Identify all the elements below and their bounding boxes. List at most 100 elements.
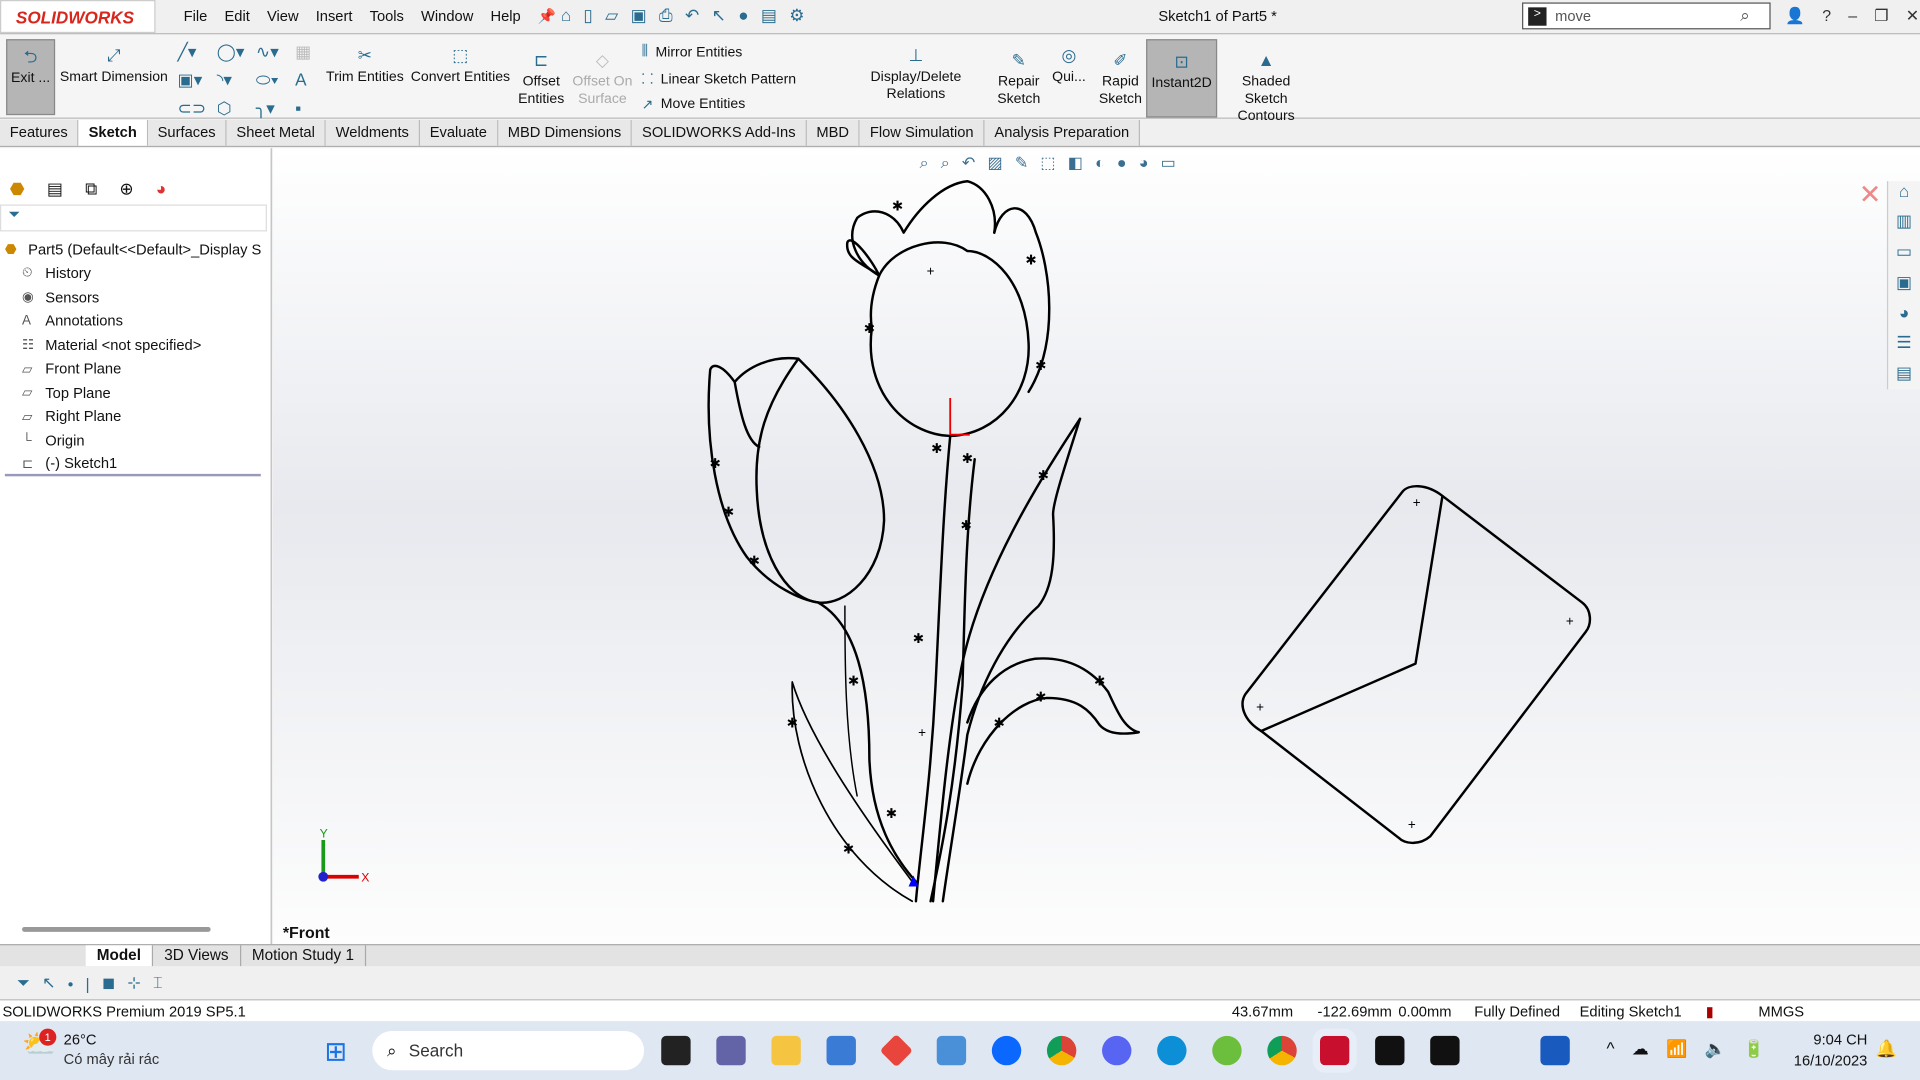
svg-text:+: + (1256, 699, 1264, 714)
point-filter-icon[interactable]: ⊹ (127, 973, 140, 993)
taskbar-search[interactable]: ⌕ Search (372, 1031, 645, 1071)
svg-text:+: + (927, 264, 935, 279)
svg-text:✱: ✱ (1038, 468, 1049, 483)
zalo-icon[interactable] (991, 1035, 1022, 1066)
task-pane-tabs: ⌂ ▥ ▭ ▣ ◕ ☰ ▤ (1886, 181, 1920, 390)
coord-x: 43.67mm (1231, 1002, 1294, 1021)
weather-text: Có mây rải rác (63, 1050, 160, 1068)
solidworks-window: SOLIDWORKS File Edit View Insert Tools W… (0, 0, 1920, 1080)
svg-text:✱: ✱ (1035, 358, 1046, 373)
forum-icon[interactable]: ▤ (1896, 362, 1912, 383)
tab-motion-study[interactable]: Motion Study 1 (241, 945, 367, 967)
bottom-tabs: Model 3D Views Motion Study 1 (0, 944, 1920, 967)
svg-text:✱: ✱ (960, 518, 971, 533)
workbench-icon[interactable] (1375, 1035, 1405, 1066)
axis-x-label: X (361, 871, 369, 885)
chevron-up-icon[interactable]: ^ (1607, 1038, 1615, 1059)
triad-icon: Y X (318, 828, 369, 885)
system-tray: ^ ☁ 📶 🔈 🔋 (1607, 1038, 1765, 1059)
edge-filter-icon[interactable]: | (86, 974, 90, 992)
axis-y-label: Y (320, 828, 328, 841)
tulip-petal-back (846, 239, 881, 277)
home-icon[interactable]: ⌂ (1899, 181, 1909, 201)
svg-text:✱: ✱ (749, 554, 760, 569)
svg-text:✱: ✱ (787, 715, 798, 730)
edge-icon[interactable] (1157, 1035, 1187, 1066)
filter-icon[interactable]: ⏷ (17, 973, 30, 993)
weather-temp: 26°C (63, 1031, 97, 1049)
leaf-left (791, 681, 914, 903)
cancel-sketch-icon[interactable]: ✕ (1859, 179, 1882, 211)
svg-text:✱: ✱ (843, 841, 854, 856)
origin-marker (949, 397, 970, 436)
units-selector[interactable]: MMGS (1758, 1003, 1804, 1020)
chrome-profile-icon[interactable] (1267, 1035, 1297, 1066)
volume-icon[interactable]: 🔈 (1705, 1038, 1726, 1059)
svg-text:✱: ✱ (709, 456, 720, 471)
coccoc-icon[interactable] (1212, 1035, 1242, 1066)
svg-text:✱: ✱ (1035, 690, 1046, 705)
store-icon[interactable] (826, 1035, 856, 1066)
word-icon[interactable] (1540, 1035, 1570, 1066)
sketch-state: Fully Defined (1474, 1002, 1561, 1021)
file-explorer-icon[interactable] (771, 1035, 801, 1066)
svg-text:✱: ✱ (1094, 674, 1105, 689)
sketch-canvas: + + + + + + ✱ ✱ ✱ ✱ ✱ ✱ ✱ ✱ ✱ ✱ ✱ ✱ ✱ ✱ ✱ ✱ ✱ ✱ ✱ (707, 180, 1592, 903)
wifi-icon[interactable]: 📶 (1666, 1038, 1687, 1059)
view-palette-icon[interactable]: ▣ (1896, 272, 1912, 293)
svg-text:+: + (1413, 495, 1421, 510)
task-view-icon[interactable] (661, 1035, 691, 1066)
status-bar: SOLIDWORKS Premium 2019 SP5.1 43.67mm -1… (0, 999, 1920, 1022)
svg-text:+: + (1408, 817, 1416, 832)
notification-bell-icon[interactable]: 🔔 (1876, 1038, 1897, 1059)
view-orientation-label: *Front (282, 923, 330, 942)
svg-text:+: + (1566, 614, 1574, 629)
battery-icon[interactable]: 🔋 (1743, 1038, 1764, 1059)
envelope-flap (1260, 494, 1444, 733)
weather-badge: 1 (39, 1028, 57, 1046)
clock[interactable]: 9:04 CH 16/10/2023 (1782, 1031, 1868, 1069)
bud-stem (816, 601, 918, 883)
coord-z: 0.00mm (1398, 1002, 1452, 1021)
design-library-icon[interactable]: ▥ (1896, 211, 1912, 232)
teams-icon[interactable] (716, 1035, 746, 1066)
product-version: SOLIDWORKS Premium 2019 SP5.1 (2, 1002, 246, 1021)
rebuild-indicator-icon: ▮ (1705, 1002, 1714, 1021)
bud-inner (755, 357, 886, 604)
coord-y: -122.69mm (1317, 1002, 1392, 1021)
svg-text:✱: ✱ (848, 674, 859, 689)
onedrive-icon[interactable]: ☁ (1632, 1038, 1649, 1059)
graphics-area[interactable]: ⌕ ⌕ ↶ ▨ ✎ ⬚ ◧ ◐ ● ◕ ▭ + + + + + + ✱ ✱ ✱ … (273, 148, 1920, 945)
svg-text:✱: ✱ (994, 715, 1005, 730)
bud-outer (707, 356, 820, 604)
tab-model[interactable]: Model (85, 945, 154, 967)
svg-text:✱: ✱ (1025, 252, 1036, 267)
mechanical-icon[interactable] (1430, 1035, 1460, 1066)
svg-text:✱: ✱ (931, 441, 942, 456)
anydesk-icon[interactable] (879, 1033, 913, 1068)
custom-properties-icon[interactable]: ☰ (1896, 332, 1911, 353)
start-icon[interactable]: ⊞ (324, 1036, 347, 1068)
svg-text:✱: ✱ (913, 631, 924, 646)
editing-status: Editing Sketch1 (1579, 1002, 1682, 1021)
windows-taskbar: ⛅ 1 26°C Có mây rải rác ⊞ ⌕ Search ^ ☁ 📶 🔈 🔋 … (0, 1021, 1920, 1080)
tulip-petal-left (851, 180, 997, 277)
svg-text:✱: ✱ (892, 199, 903, 214)
sketch-relations: + + + + + + ✱ ✱ ✱ ✱ ✱ ✱ ✱ ✱ ✱ ✱ ✱ ✱ ✱ ✱ ✱ ✱ ✱ ✱ ✱ (709, 199, 1573, 857)
svg-text:✱: ✱ (962, 451, 973, 466)
file-explorer-icon[interactable]: ▭ (1896, 241, 1912, 262)
selection-toolbar: ⏷ ↖ • | ◼ ⊹ ⌶ (0, 967, 1920, 1000)
chrome-icon[interactable] (1046, 1035, 1077, 1066)
app-icon[interactable] (936, 1035, 967, 1066)
svg-text:+: + (918, 725, 926, 740)
svg-text:✱: ✱ (864, 321, 875, 336)
face-filter-icon[interactable]: ◼ (102, 973, 115, 993)
vertex-filter-icon[interactable]: • (68, 974, 74, 992)
select-arrow-icon[interactable]: ↖ (42, 973, 55, 993)
dimension-filter-icon[interactable]: ⌶ (153, 973, 163, 993)
discord-icon[interactable] (1102, 1035, 1132, 1066)
svg-text:✱: ✱ (886, 806, 897, 821)
appearances-icon[interactable]: ◕ (1899, 302, 1909, 322)
solidworks-taskbar-icon[interactable] (1312, 1028, 1357, 1073)
tab-3d-views[interactable]: 3D Views (153, 945, 241, 967)
